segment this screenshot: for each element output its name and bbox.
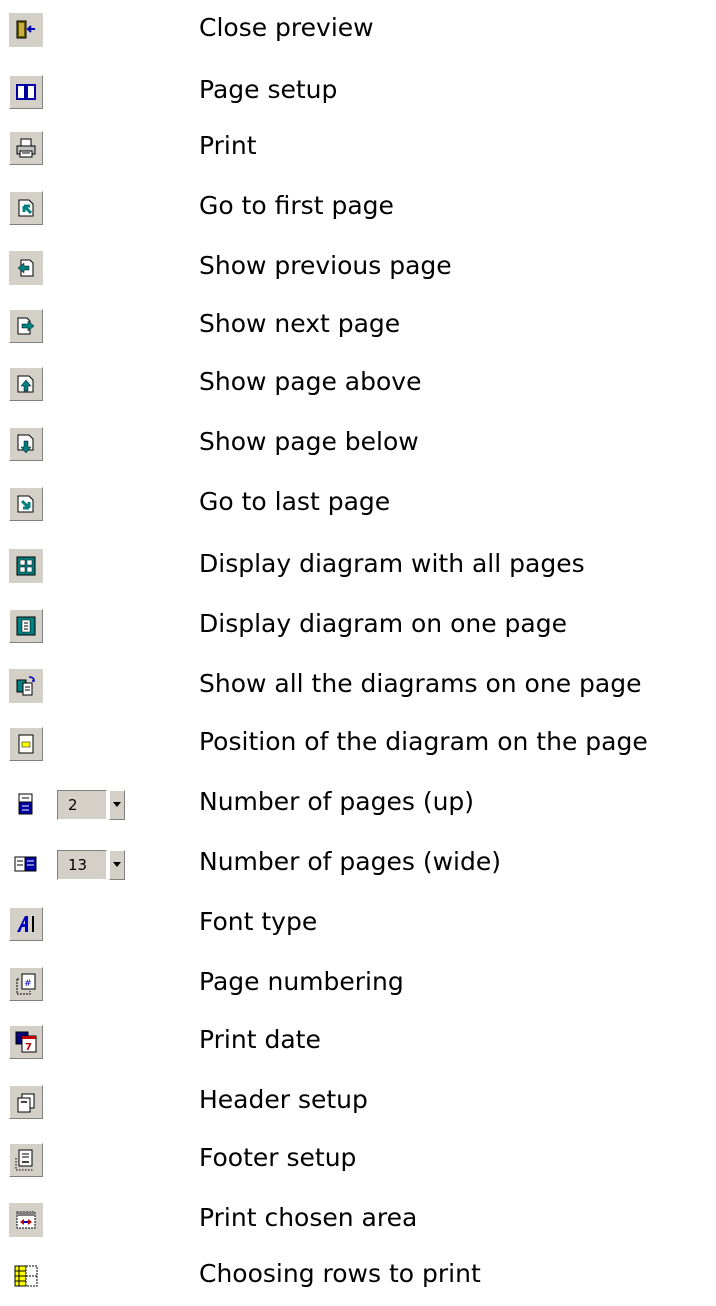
legend-row: 7 Print date	[0, 1012, 716, 1068]
first-page-icon	[18, 199, 34, 217]
legend-label: Number of pages (wide)	[199, 847, 501, 876]
legend-row: Show page below	[0, 414, 716, 470]
chevron-down-icon	[113, 802, 121, 807]
legend-row: Display diagram on one page	[0, 596, 716, 652]
page-numbering-button[interactable]: #	[9, 967, 43, 1001]
legend-label: Footer setup	[199, 1143, 357, 1172]
choose-rows-button[interactable]	[9, 1259, 43, 1293]
one-page-icon	[16, 616, 36, 636]
pages-wide-dropdown-button[interactable]	[109, 850, 125, 880]
header-setup-icon	[17, 1093, 35, 1113]
pages-up-value[interactable]: 2	[57, 790, 107, 820]
legend-label: Show next page	[199, 309, 401, 338]
close-preview-icon	[16, 20, 35, 39]
legend-row: Page setup	[0, 62, 716, 118]
font-type-button[interactable]	[9, 907, 43, 941]
legend-label: Show page above	[199, 367, 422, 396]
legend-label: Show previous page	[199, 251, 452, 280]
legend-label: Print chosen area	[199, 1203, 418, 1232]
last-page-icon	[17, 495, 34, 513]
pages-wide-combo[interactable]: 13	[57, 850, 125, 880]
page-numbering-icon: #	[16, 973, 36, 995]
font-type-icon	[17, 916, 34, 932]
legend-label: Show page below	[199, 427, 419, 456]
legend-row: Print	[0, 118, 716, 174]
print-area-icon	[16, 1211, 36, 1229]
position-button[interactable]	[9, 727, 43, 761]
pages-up-dropdown-button[interactable]	[109, 790, 125, 820]
legend-row: Font type	[0, 894, 716, 950]
legend-label: Display diagram with all pages	[199, 549, 585, 578]
page-setup-icon	[16, 84, 36, 100]
previous-page-icon	[17, 259, 34, 277]
legend-label: Close preview	[199, 13, 374, 42]
legend-row: Choosing rows to print	[0, 1246, 716, 1302]
close-preview-button[interactable]	[9, 13, 43, 47]
page-setup-button[interactable]	[9, 75, 43, 109]
footer-setup-button[interactable]	[9, 1143, 43, 1177]
legend-label: Page setup	[199, 75, 338, 104]
previous-page-button[interactable]	[9, 251, 43, 285]
legend-label: Go to first page	[199, 191, 394, 220]
all-diagrams-icon	[16, 676, 35, 696]
legend-row: Show all the diagrams on one page	[0, 656, 716, 712]
chevron-down-icon	[113, 862, 121, 867]
pages-wide-value[interactable]: 13	[57, 850, 107, 880]
legend-row: 13 Number of pages (wide)	[0, 834, 716, 890]
legend-row: Display diagram with all pages	[0, 536, 716, 592]
footer-setup-icon	[15, 1149, 34, 1171]
print-button[interactable]	[9, 131, 43, 165]
legend-label: Print date	[199, 1025, 321, 1054]
pages-up-icon	[18, 793, 33, 815]
legend-row: Footer setup	[0, 1130, 716, 1186]
legend-label: Number of pages (up)	[199, 787, 475, 816]
svg-text:#: #	[24, 979, 32, 989]
position-icon	[18, 734, 34, 754]
page-below-icon	[17, 434, 34, 454]
all-pages-icon	[16, 556, 36, 576]
one-page-button[interactable]	[9, 609, 43, 643]
legend-row: 2 Number of pages (up)	[0, 774, 716, 830]
all-diagrams-button[interactable]	[9, 669, 43, 703]
legend-row: # Page numbering	[0, 954, 716, 1010]
pages-up-button[interactable]	[9, 787, 43, 821]
printer-icon	[16, 138, 36, 158]
legend-label: Display diagram on one page	[199, 609, 567, 638]
last-page-button[interactable]	[9, 487, 43, 521]
legend-row: Show next page	[0, 296, 716, 352]
print-date-button[interactable]: 7	[9, 1025, 43, 1059]
legend-label: Header setup	[199, 1085, 368, 1114]
legend-row: Position of the diagram on the page	[0, 714, 716, 770]
legend-row: Go to last page	[0, 474, 716, 530]
page-below-button[interactable]	[9, 427, 43, 461]
legend-row: Print chosen area	[0, 1190, 716, 1246]
page-above-icon	[17, 375, 34, 393]
all-pages-button[interactable]	[9, 549, 43, 583]
print-date-icon: 7	[15, 1031, 37, 1053]
page-above-button[interactable]	[9, 367, 43, 401]
first-page-button[interactable]	[9, 191, 43, 225]
legend-row: Go to first page	[0, 178, 716, 234]
legend-row: Close preview	[0, 0, 716, 56]
legend-label: Show all the diagrams on one page	[199, 669, 642, 698]
legend-row: Header setup	[0, 1072, 716, 1128]
svg-text:7: 7	[25, 1042, 32, 1053]
next-page-button[interactable]	[9, 309, 43, 343]
legend-label: Position of the diagram on the page	[199, 727, 648, 756]
print-area-button[interactable]	[9, 1203, 43, 1237]
header-setup-button[interactable]	[9, 1085, 43, 1119]
legend-label: Font type	[199, 907, 318, 936]
legend-row: Show page above	[0, 354, 716, 410]
legend-row: Show previous page	[0, 238, 716, 294]
next-page-icon	[17, 317, 35, 335]
legend-label: Choosing rows to print	[199, 1259, 481, 1288]
pages-up-combo[interactable]: 2	[57, 790, 125, 820]
legend-label: Go to last page	[199, 487, 391, 516]
choose-rows-icon	[14, 1265, 38, 1287]
legend-label: Print	[199, 131, 257, 160]
legend-label: Page numbering	[199, 967, 404, 996]
pages-wide-button[interactable]	[9, 847, 43, 881]
pages-wide-icon	[14, 856, 37, 872]
